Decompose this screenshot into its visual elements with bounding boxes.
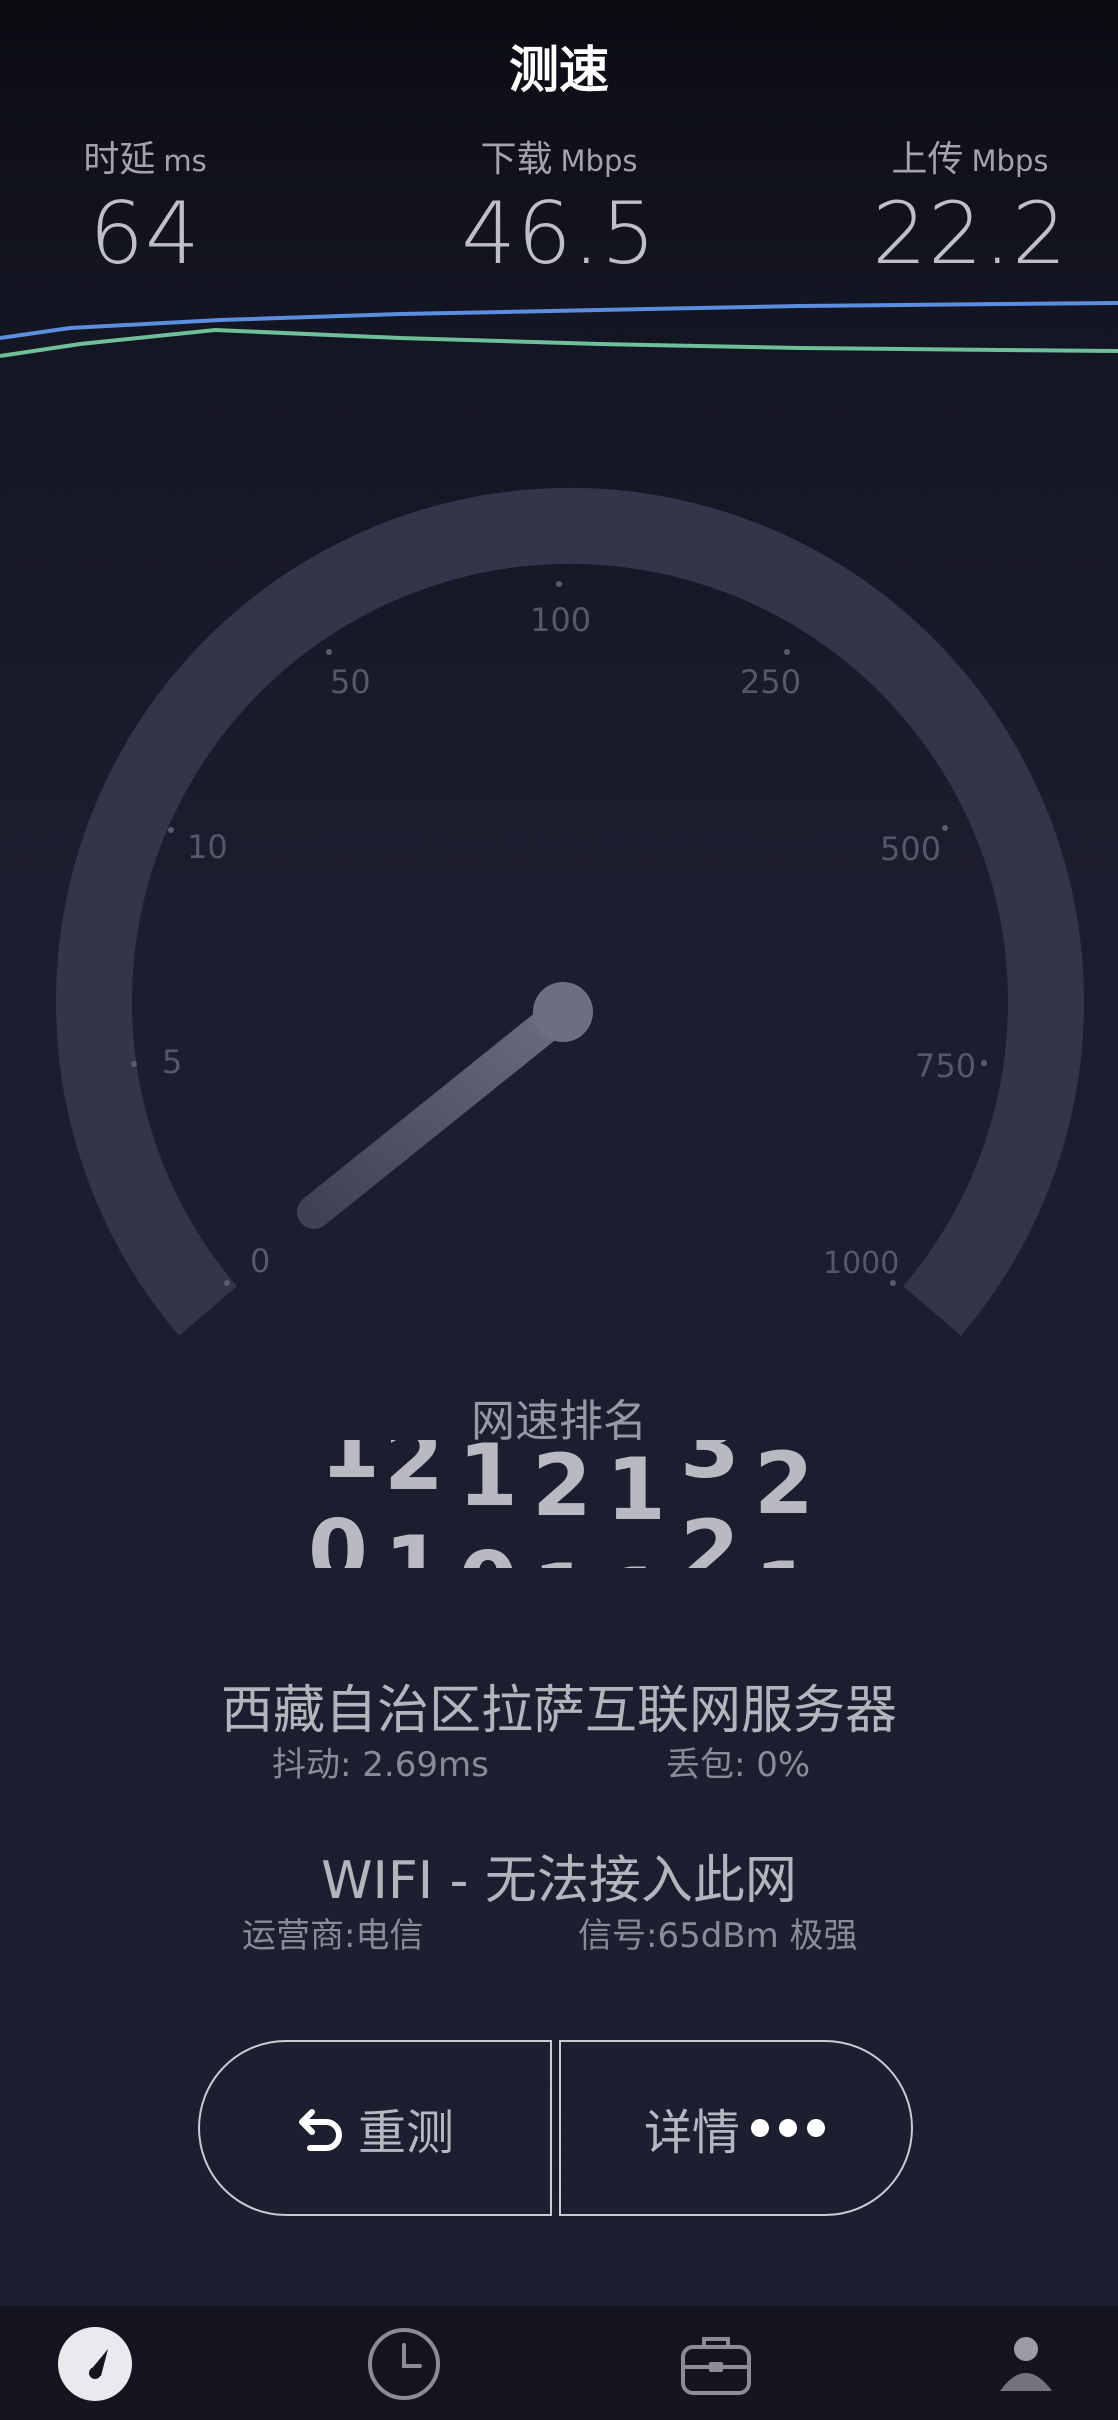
gauge-label-500: 500 bbox=[880, 830, 942, 868]
rank-digit-top-4: 2 bbox=[532, 1440, 592, 1536]
tab-tools[interactable] bbox=[676, 2324, 756, 2404]
gauge-label-50: 50 bbox=[330, 663, 371, 701]
rank-digit-bottom-1: 0 bbox=[308, 1502, 368, 1568]
rank-digit-bottom-5: 1 bbox=[606, 1550, 666, 1568]
tab-profile[interactable] bbox=[985, 2324, 1065, 2404]
profile-icon bbox=[1000, 2337, 1052, 2391]
packet-loss-text: 丢包: 0% bbox=[666, 1745, 811, 1785]
gauge-label-0: 0 bbox=[250, 1242, 271, 1280]
jitter-text: 抖动: 2.69ms bbox=[272, 1745, 489, 1785]
toolbox-icon bbox=[681, 2337, 751, 2395]
details-button[interactable]: 详情 bbox=[559, 2040, 913, 2216]
gauge-label-100: 100 bbox=[530, 601, 592, 639]
upload-trend-line bbox=[0, 327, 1118, 358]
carrier-text: 运营商:电信 bbox=[242, 1916, 424, 1956]
retest-button[interactable]: 重测 bbox=[198, 2040, 552, 2216]
more-dots-icon bbox=[751, 2119, 825, 2137]
details-label: 详情 bbox=[643, 2105, 740, 2161]
speed-graphics bbox=[0, 301, 1118, 1336]
rank-digit-bottom-6: 2 bbox=[680, 1502, 740, 1568]
rank-digit-bottom-7: 1 bbox=[754, 1544, 814, 1568]
server-name: 西藏自治区拉萨互联网服务器 bbox=[220, 1681, 897, 1741]
bottom-tab-bar bbox=[0, 2306, 1118, 2420]
signal-text: 信号:65dBm 极强 bbox=[578, 1916, 858, 1956]
network-name: WIFI - 无法接入此网 bbox=[321, 1851, 797, 1911]
gauge-needle bbox=[297, 995, 580, 1229]
rank-digit-top-5: 1 bbox=[606, 1440, 666, 1540]
rank-digit-bottom-3: 0 bbox=[458, 1534, 518, 1568]
rank-digit-bottom-2: 1 bbox=[384, 1518, 444, 1568]
rank-digit-top-6: 3 bbox=[680, 1440, 740, 1498]
rank-digit-top-1: 1 bbox=[320, 1440, 380, 1498]
gauge-arc bbox=[56, 487, 1084, 1336]
tab-history[interactable] bbox=[364, 2324, 444, 2404]
gauge-label-250: 250 bbox=[740, 663, 802, 701]
retest-icon bbox=[298, 2109, 342, 2151]
download-trend-line bbox=[0, 301, 1118, 340]
tab-speedtest[interactable] bbox=[55, 2324, 135, 2404]
rank-digit-top-2: 2 bbox=[384, 1440, 444, 1510]
ranking-odometer: 1 2 1 2 1 3 2 0 1 0 1 1 2 1 bbox=[300, 1440, 820, 1568]
speedometer-icon bbox=[58, 2327, 132, 2401]
rank-digit-top-3: 1 bbox=[458, 1440, 518, 1526]
gauge-label-750: 750 bbox=[915, 1047, 977, 1085]
rank-digit-top-7: 2 bbox=[754, 1440, 814, 1534]
gauge-label-5: 5 bbox=[162, 1043, 183, 1081]
gauge-label-1000: 1000 bbox=[823, 1246, 900, 1281]
needle-hub bbox=[533, 982, 593, 1042]
rank-digit-bottom-4: 1 bbox=[532, 1546, 592, 1568]
gauge-label-10: 10 bbox=[187, 828, 228, 866]
clock-icon bbox=[368, 2328, 440, 2400]
retest-label: 重测 bbox=[357, 2105, 454, 2161]
